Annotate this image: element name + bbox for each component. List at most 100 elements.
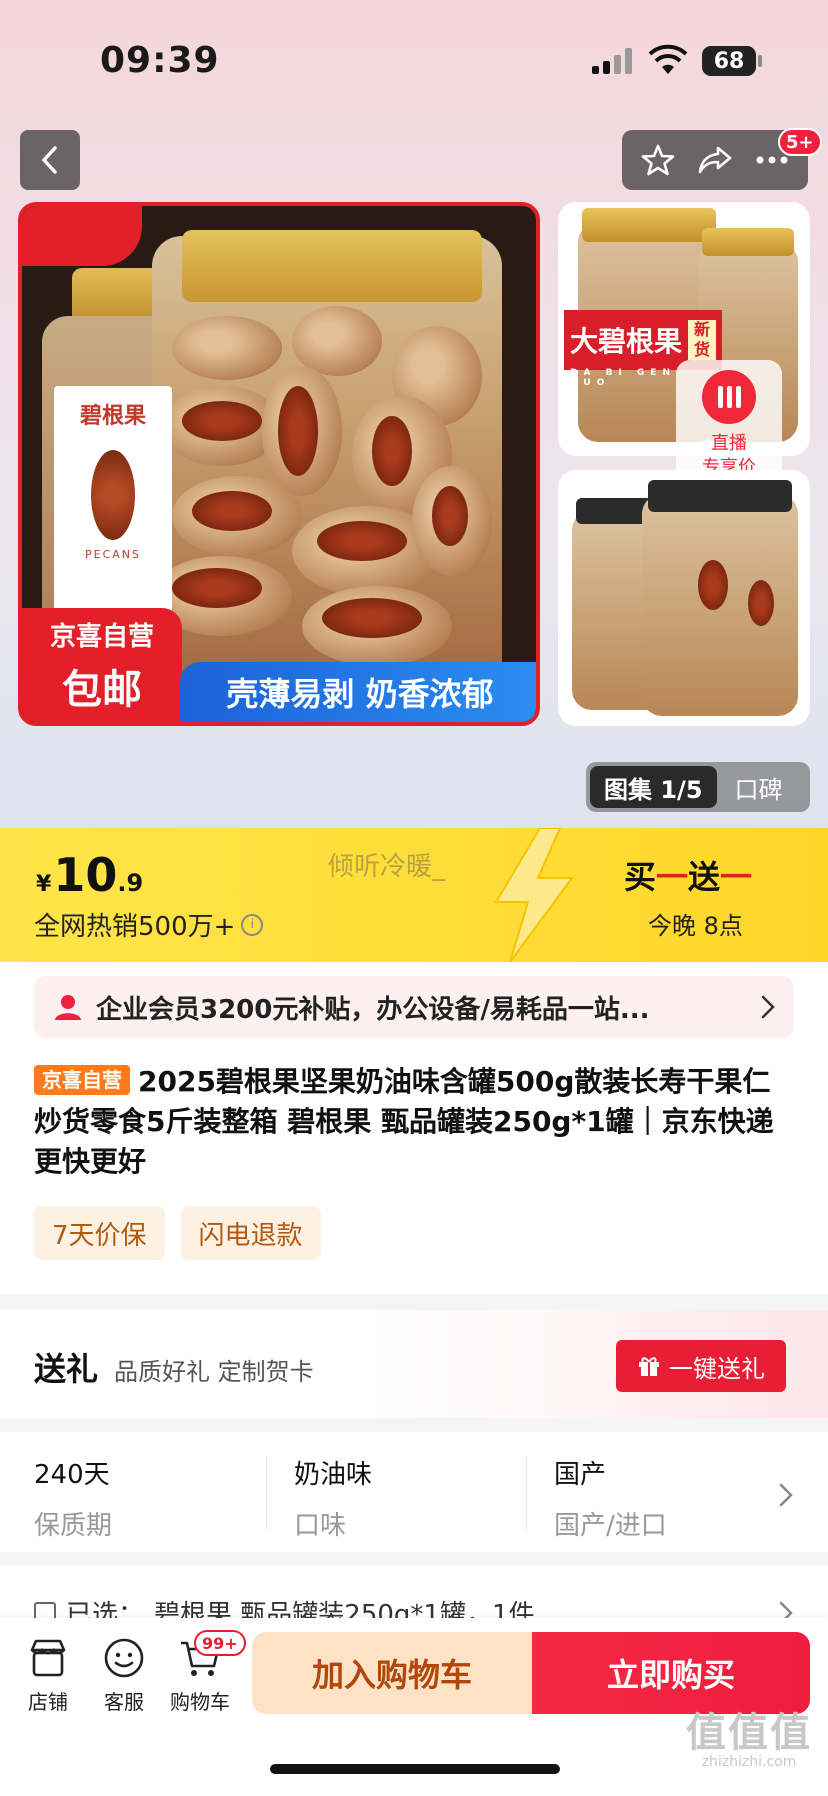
- member-bar-text: 企业会员3200元补贴，办公设备/易耗品一站...: [96, 994, 650, 1025]
- pecan-illustration: [91, 450, 135, 540]
- bogo-dash: 一: [720, 858, 753, 896]
- product-title: 京喜自营 2025碧根果坚果奶油味含罐500g散装长寿干果仁炒货零食5斤装整箱 碧…: [34, 1062, 794, 1182]
- user-icon: [55, 995, 81, 1020]
- bogo-buy: 买: [624, 858, 657, 896]
- gift-subtitle: 品质好礼 定制贺卡: [114, 1358, 314, 1386]
- event-time: 今晚 8点: [648, 912, 743, 940]
- pecan-kernel: [182, 401, 262, 441]
- price: ¥ 10 .9: [36, 848, 143, 902]
- share-button[interactable]: [693, 138, 737, 182]
- spec-key: 口味: [294, 1511, 347, 1541]
- tab-gallery[interactable]: 图集 1/5: [590, 766, 717, 808]
- cart-count-badge: 99+: [194, 1630, 246, 1656]
- price-banner: ¥ 10 .9 全网热销500万+ i 倾听冷暖_ 买一送一 今晚 8点: [0, 828, 828, 962]
- thumb-lid: [582, 208, 716, 242]
- gift-icon: [639, 1357, 659, 1376]
- chip-fast-refund[interactable]: 闪电退款: [180, 1206, 321, 1260]
- customer-service-button[interactable]: 客服: [86, 1636, 162, 1715]
- gallery-tabs: 图集 1/5 口碑: [586, 762, 810, 812]
- status-time: 09:39: [100, 40, 220, 81]
- chevron-right-icon: [779, 1483, 793, 1507]
- enterprise-member-bar[interactable]: 企业会员3200元补贴，办公设备/易耗品一站...: [34, 976, 794, 1038]
- jar-lid-front: [182, 230, 482, 302]
- thumb-tag-text: 大碧根果: [570, 325, 683, 358]
- battery-indicator: 68: [702, 46, 756, 76]
- add-to-cart-button[interactable]: 加入购物车: [252, 1632, 532, 1714]
- thumb-lid: [702, 228, 794, 256]
- main-product-image[interactable]: 碧根果 PECANS 京喜自营 包邮 壳薄易剥 奶香浓郁: [18, 202, 540, 726]
- product-word: PECANS: [85, 548, 141, 561]
- pecan-kernel: [278, 386, 318, 476]
- pecan-kernel: [432, 486, 468, 546]
- site-watermark: 值值值 zhizhizhi.com: [676, 1700, 822, 1770]
- promo-store-text: 京喜自营: [49, 621, 154, 652]
- service-chips: 7天价保 闪电退款: [34, 1206, 321, 1260]
- pecan-kernel: [192, 491, 272, 531]
- service-label: 客服: [104, 1690, 144, 1714]
- spec-shelf-life: 240天 保质期: [0, 1432, 260, 1552]
- specs-row[interactable]: 240天 保质期 奶油味 口味 国产 国产/进口: [0, 1432, 828, 1552]
- live-label-line1: 直播: [711, 433, 747, 454]
- store-icon: [30, 1639, 66, 1677]
- pecan-kernel: [322, 598, 422, 638]
- hot-sale-text: 全网热销500万+ i: [34, 906, 264, 943]
- message-count-badge: 5+: [778, 128, 822, 156]
- info-icon[interactable]: i: [241, 913, 264, 936]
- wifi-icon: [648, 44, 688, 74]
- spec-value: 奶油味: [294, 1460, 373, 1490]
- spec-key: 国产/进口: [554, 1511, 667, 1541]
- chevron-right-icon: [761, 995, 775, 1019]
- slogan-banner: 壳薄易剥 奶香浓郁: [180, 662, 536, 722]
- pecan-kernel: [317, 521, 407, 561]
- product-gallery: 09:39 68 5+ 碧根果 PECANS 京喜自营 包邮 壳薄易剥 奶香浓郁…: [0, 0, 828, 828]
- spec-value: 240天: [34, 1460, 110, 1490]
- battery-tip: [758, 55, 762, 67]
- promo-free-shipping: 包邮: [62, 666, 142, 713]
- back-button[interactable]: [20, 130, 80, 190]
- gallery-thumbnail-2[interactable]: [558, 470, 810, 726]
- spec-key: 保质期: [34, 1511, 113, 1541]
- tab-reviews[interactable]: 口碑: [735, 770, 783, 805]
- pecan-shape: [172, 316, 282, 380]
- send-gift-label: 一键送礼: [669, 1354, 765, 1383]
- buy-one-get-one: 买一送一: [624, 852, 752, 898]
- price-integer: 10: [53, 848, 118, 902]
- service-face-icon: [104, 1638, 144, 1678]
- store-button[interactable]: 店铺: [10, 1636, 86, 1715]
- pecan-kernel: [372, 416, 412, 486]
- product-title-text: 2025碧根果坚果奶油味含罐500g散装长寿干果仁炒货零食5斤装整箱 碧根果 甄…: [34, 1065, 774, 1178]
- chevron-left-icon: [42, 146, 57, 174]
- cellular-signal-icon: [592, 48, 636, 74]
- promo-badge: 京喜自营 包邮: [22, 608, 182, 722]
- spec-value: 国产: [554, 1460, 607, 1490]
- pecan-kernel: [748, 580, 774, 626]
- price-decimal: .9: [117, 869, 144, 897]
- site-watermark-logo: 值值值: [686, 1710, 812, 1756]
- store-label: 店铺: [28, 1690, 68, 1714]
- share-icon: [698, 146, 732, 174]
- brand-label-text: 碧根果: [79, 404, 146, 429]
- home-indicator[interactable]: [270, 1764, 560, 1774]
- new-goods-tag: 新货: [688, 320, 717, 360]
- spec-flavor: 奶油味 口味: [260, 1432, 520, 1552]
- favorite-button[interactable]: [636, 138, 680, 182]
- bogo-get: 送: [688, 858, 721, 896]
- pecan-kernel: [698, 560, 728, 610]
- brand-label-card: 碧根果 PECANS: [54, 386, 172, 616]
- send-gift-button[interactable]: 一键送礼: [616, 1340, 786, 1392]
- cart-label: 购物车: [170, 1690, 230, 1714]
- gift-row: 送礼 品质好礼 定制贺卡 一键送礼: [0, 1310, 828, 1418]
- spec-origin: 国产 国产/进口: [520, 1432, 780, 1552]
- price-currency: ¥: [36, 872, 52, 897]
- store-tag: 京喜自营: [34, 1065, 130, 1095]
- hot-sale-label: 全网热销500万+: [34, 912, 236, 942]
- corner-decoration: [22, 206, 142, 266]
- user-watermark: 倾听冷暖_: [328, 852, 446, 882]
- lightning-icon: [494, 828, 574, 962]
- star-icon: [642, 144, 675, 176]
- gift-title: 送礼: [34, 1350, 99, 1388]
- more-icon: [756, 156, 788, 164]
- chip-price-protection[interactable]: 7天价保: [34, 1206, 165, 1260]
- product-info-card: 企业会员3200元补贴，办公设备/易耗品一站... 京喜自营 2025碧根果坚果奶…: [0, 962, 828, 1294]
- bogo-dash: 一: [656, 858, 689, 896]
